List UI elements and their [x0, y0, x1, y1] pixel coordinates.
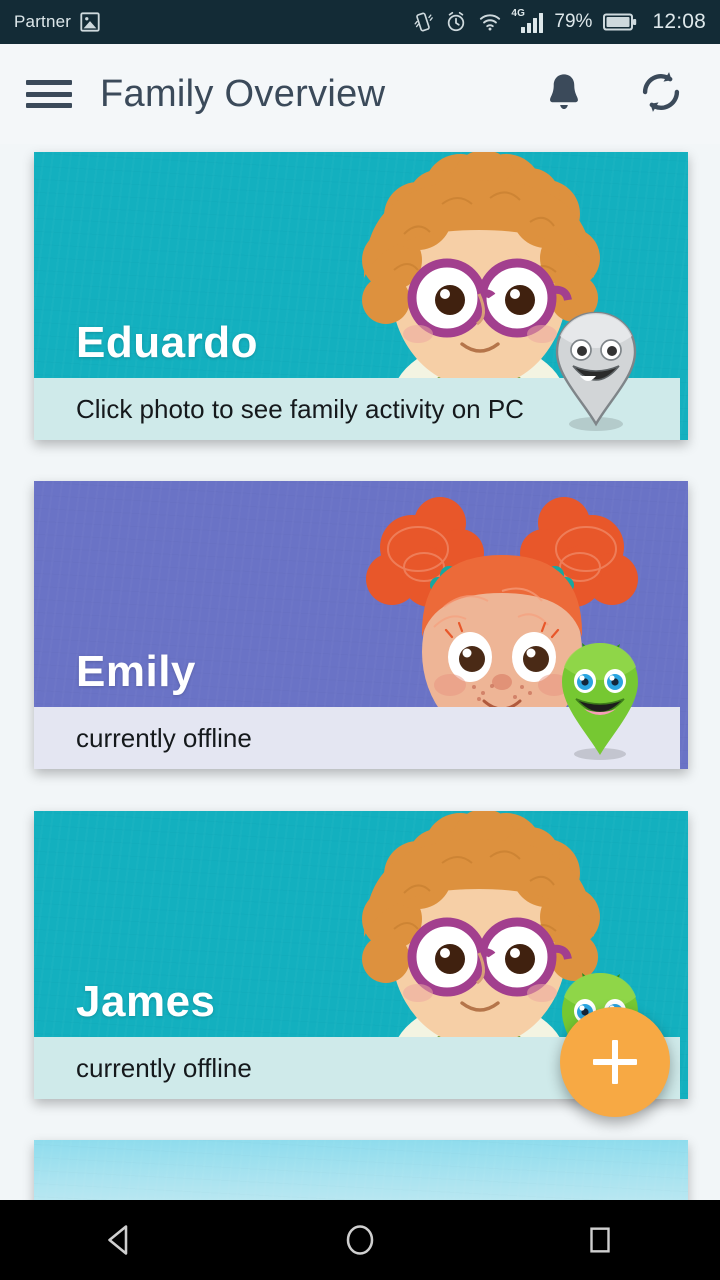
app-bar-actions [542, 69, 694, 120]
cellular-signal-icon: 4G [511, 8, 544, 33]
member-name: James [76, 977, 216, 1026]
member-name: Eduardo [76, 318, 258, 367]
member-photo[interactable] [34, 1140, 688, 1200]
network-type-label: 4G [511, 8, 526, 19]
add-member-fab[interactable] [560, 1007, 670, 1117]
page-title: Family Overview [100, 72, 386, 115]
family-member-card[interactable]: currently offline Emily [34, 481, 688, 769]
wifi-icon [478, 11, 502, 33]
pin-grey-smiling-pin-character[interactable] [546, 308, 646, 433]
vibrate-icon [412, 11, 434, 33]
battery-icon [603, 12, 637, 32]
back-triangle-icon[interactable] [60, 1200, 180, 1280]
pin-green-monster-pin-character[interactable] [550, 637, 650, 763]
android-navigation-bar[interactable] [0, 1200, 720, 1280]
family-member-card-partial[interactable] [34, 1140, 688, 1200]
app-bar: Family Overview [0, 44, 720, 144]
family-member-card[interactable]: Click photo to see family activity on PC… [34, 152, 688, 440]
status-bar-right: 4G 79% 12:08 [412, 8, 706, 34]
member-name: Emily [76, 647, 196, 696]
status-bar-left: Partner [14, 11, 101, 33]
member-photo[interactable]: currently offline Emily [34, 481, 688, 769]
member-photo[interactable]: Click photo to see family activity on PC… [34, 152, 688, 440]
family-member-list[interactable]: Click photo to see family activity on PC… [0, 144, 720, 1200]
recents-square-icon[interactable] [540, 1200, 660, 1280]
alarm-icon [445, 11, 467, 33]
photo-texture [34, 1140, 688, 1200]
image-icon [79, 11, 101, 33]
member-status-label: currently offline [76, 722, 252, 753]
bell-icon[interactable] [542, 69, 586, 120]
clock-label: 12:08 [652, 10, 706, 33]
hamburger-menu-icon[interactable] [26, 77, 72, 111]
plus-icon [593, 1040, 637, 1084]
member-status-label: currently offline [76, 1052, 252, 1083]
battery-percent-label: 79% [554, 11, 593, 32]
status-bar: Partner 4G 79% 12:08 [0, 0, 720, 44]
home-circle-icon[interactable] [300, 1200, 420, 1280]
carrier-label: Partner [14, 12, 72, 31]
member-status-label: Click photo to see family activity on PC [76, 393, 524, 424]
refresh-icon[interactable] [638, 69, 684, 120]
